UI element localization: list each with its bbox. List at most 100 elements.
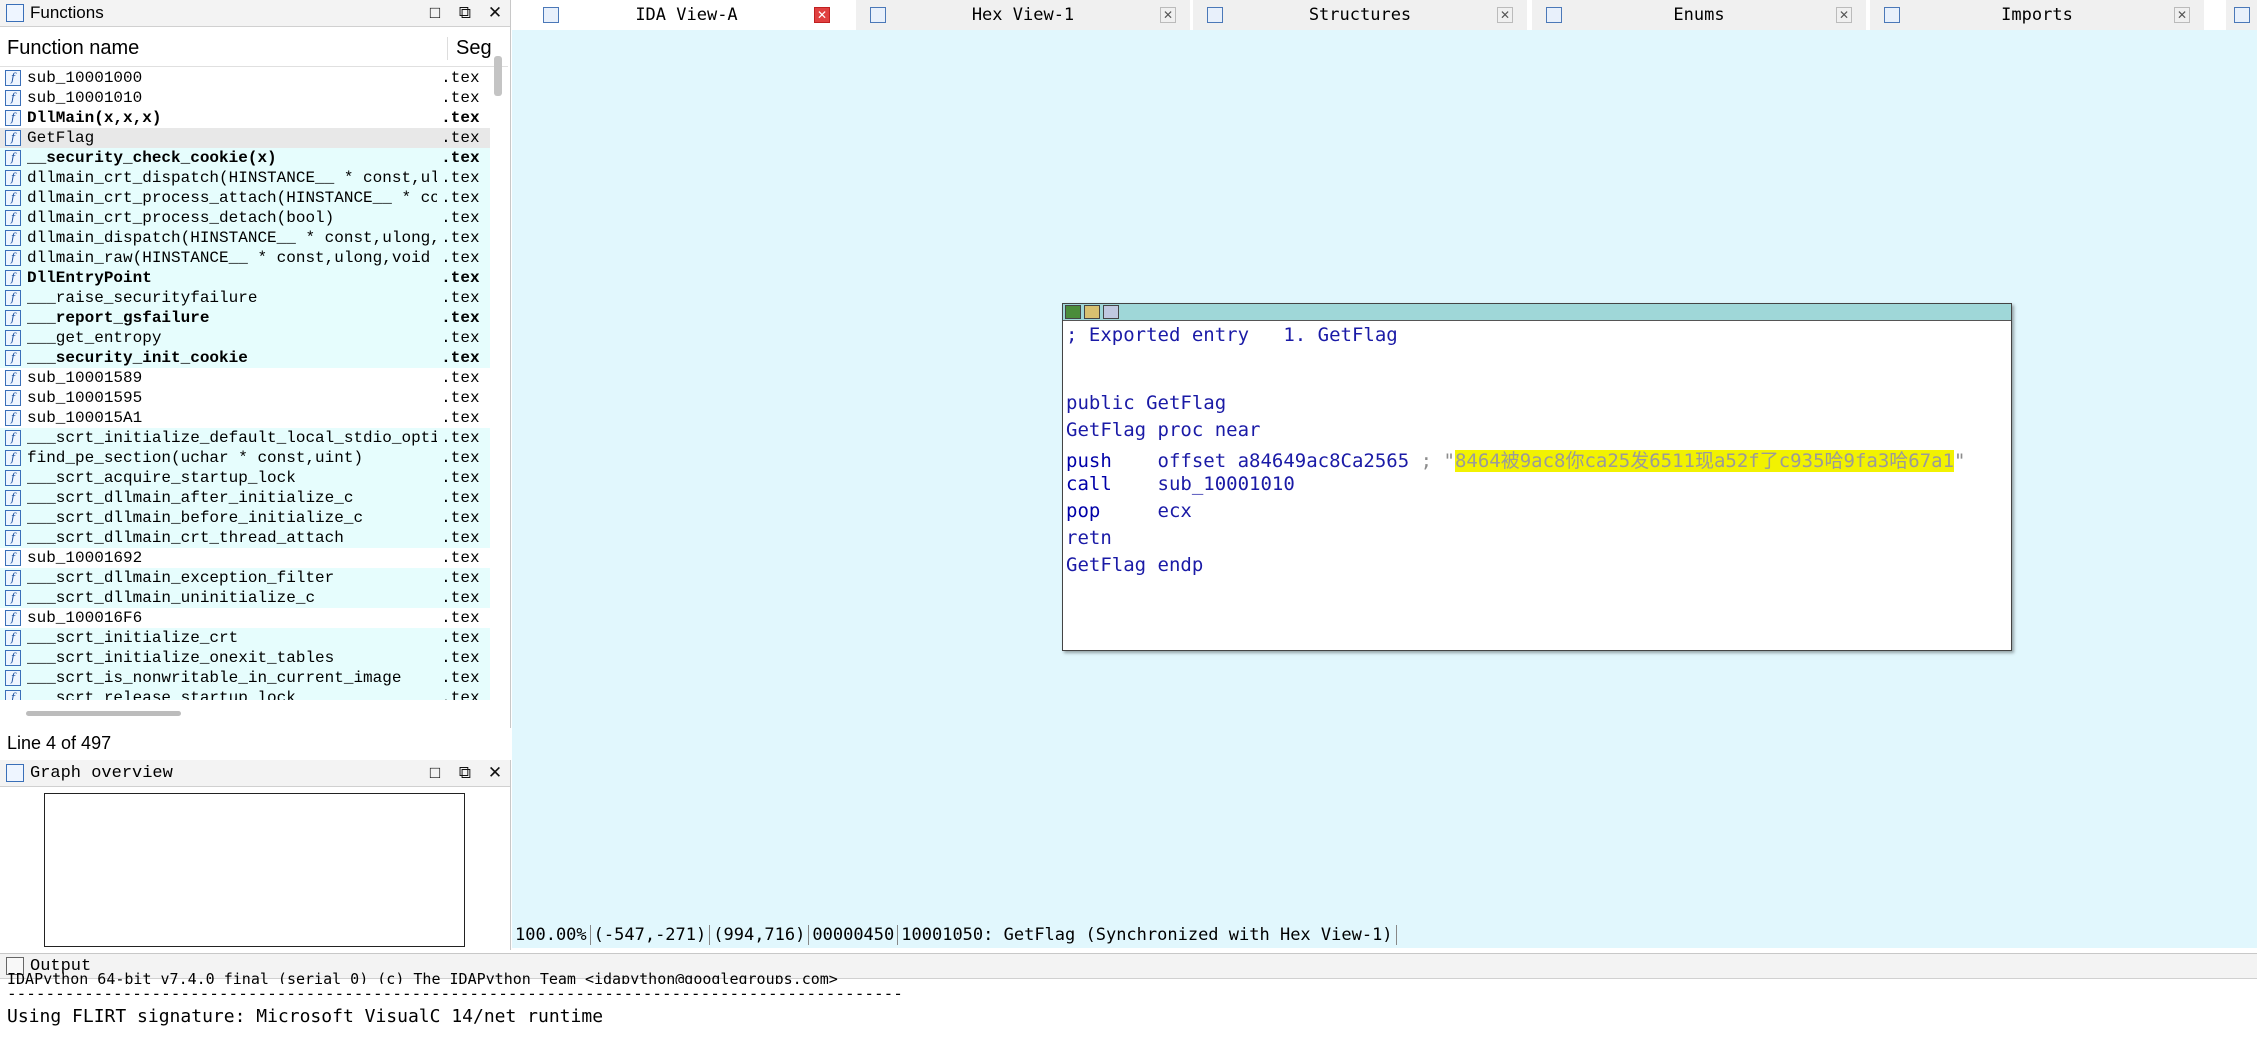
function-row[interactable]: f ___scrt_dllmain_exception_filter .tex <box>0 568 490 588</box>
graph-close-button[interactable]: ✕ <box>480 760 510 786</box>
function-segment: .tex <box>441 609 480 627</box>
function-icon: f <box>5 330 21 346</box>
function-segment: .tex <box>441 589 480 607</box>
function-segment: .tex <box>441 169 480 187</box>
close-icon[interactable]: ✕ <box>2174 7 2190 23</box>
function-row[interactable]: f ___raise_securityfailure .tex <box>0 288 490 308</box>
function-row[interactable]: f ___scrt_initialize_default_local_stdio_… <box>0 428 490 448</box>
graph-overview-viewport[interactable] <box>44 793 465 947</box>
function-row[interactable]: f ___scrt_dllmain_crt_thread_attach .tex <box>0 528 490 548</box>
function-row[interactable]: f ___scrt_release_startup_lock .tex <box>0 688 490 700</box>
close-icon[interactable]: ✕ <box>1836 7 1852 23</box>
output-log[interactable]: IDAPython 64-bit v7.4.0 final (serial 0)… <box>7 970 903 1027</box>
graph-float-button[interactable]: ⧉ <box>450 760 480 786</box>
tab-imports[interactable]: Imports ✕ <box>1870 0 2204 31</box>
function-row[interactable]: f ___scrt_is_nonwritable_in_current_image… <box>0 668 490 688</box>
functions-horizontal-scrollbar[interactable] <box>26 711 181 716</box>
function-row[interactable]: f dllmain_crt_process_detach(bool) .tex <box>0 208 490 228</box>
tab-ida-view-a[interactable]: IDA View-A ✕ <box>529 0 844 30</box>
maximize-button[interactable]: □ <box>420 0 450 26</box>
function-row[interactable]: f ___get_entropy .tex <box>0 328 490 348</box>
function-row[interactable]: f find_pe_section(uchar * const,uint) .tex <box>0 448 490 468</box>
tab-enums[interactable]: Enums ✕ <box>1532 0 1866 31</box>
tab-label: Imports <box>2001 5 2073 25</box>
function-row[interactable]: f DllMain(x,x,x) .tex <box>0 108 490 128</box>
graph-maximize-button[interactable]: □ <box>420 760 450 786</box>
function-icon: f <box>5 350 21 366</box>
function-segment: .tex <box>441 349 480 367</box>
tab-overflow[interactable] <box>2226 0 2257 31</box>
function-row[interactable]: f sub_100016F6 .tex <box>0 608 490 628</box>
function-row[interactable]: f ___scrt_dllmain_uninitialize_c .tex <box>0 588 490 608</box>
function-row[interactable]: f dllmain_dispatch(HINSTANCE__ * const,ul… <box>0 228 490 248</box>
function-row[interactable]: f sub_100015A1 .tex <box>0 408 490 428</box>
function-segment: .tex <box>441 329 480 347</box>
function-icon: f <box>5 550 21 566</box>
push-comment: ; " <box>1409 450 1455 472</box>
function-row[interactable]: f ___scrt_initialize_onexit_tables .tex <box>0 648 490 668</box>
function-row[interactable]: f sub_10001595 .tex <box>0 388 490 408</box>
function-row[interactable]: f sub_10001589 .tex <box>0 368 490 388</box>
function-icon: f <box>5 510 21 526</box>
function-icon: f <box>5 650 21 666</box>
tab-hex-view-1[interactable]: Hex View-1 ✕ <box>856 0 1190 31</box>
function-name: ___scrt_dllmain_before_initialize_c <box>27 509 364 527</box>
function-segment: .tex <box>441 209 480 227</box>
function-segment: .tex <box>441 509 480 527</box>
function-row[interactable]: f ___report_gsfailure .tex <box>0 308 490 328</box>
close-icon[interactable]: ✕ <box>1497 7 1513 23</box>
function-row[interactable]: f sub_10001692 .tex <box>0 548 490 568</box>
function-row[interactable]: f __security_check_cookie(x) .tex <box>0 148 490 168</box>
tab-structures[interactable]: Structures ✕ <box>1193 0 1527 31</box>
tab-bar: IDA View-A ✕ Hex View-1 ✕ Structures ✕ E… <box>512 0 2257 31</box>
function-row[interactable]: f dllmain_raw(HINSTANCE__ * const,ulong,v… <box>0 248 490 268</box>
column-function-name[interactable]: Function name <box>0 37 447 60</box>
function-segment: .tex <box>441 129 480 147</box>
function-icon: f <box>5 630 21 646</box>
function-row[interactable]: f ___scrt_initialize_crt .tex <box>0 628 490 648</box>
graph-overview-title-bar[interactable]: Graph overview □ ⧉ ✕ <box>0 760 510 787</box>
column-segment[interactable]: Seg <box>447 36 492 60</box>
node-edit-button[interactable] <box>1084 305 1100 319</box>
function-segment: .tex <box>441 629 480 647</box>
functions-title: Functions <box>30 3 104 22</box>
node-collapse-button[interactable] <box>1103 305 1119 319</box>
function-segment: .tex <box>441 389 480 407</box>
graph-node-getflag[interactable]: ; Exported entry 1. GetFlag public GetFl… <box>1062 303 2012 651</box>
function-segment: .tex <box>441 669 480 687</box>
node-color-button[interactable] <box>1065 305 1081 319</box>
function-row[interactable]: f ___scrt_dllmain_before_initialize_c .tex <box>0 508 490 528</box>
functions-status: Line 4 of 497 <box>0 728 517 758</box>
ida-view-a-graph[interactable]: ; Exported entry 1. GetFlag public GetFl… <box>512 30 2257 938</box>
function-name: GetFlag <box>27 129 95 147</box>
function-name: ___scrt_initialize_default_local_stdio_o… <box>27 429 438 447</box>
function-segment: .tex <box>441 229 480 247</box>
function-row[interactable]: f ___scrt_acquire_startup_lock .tex <box>0 468 490 488</box>
close-button[interactable]: ✕ <box>480 0 510 26</box>
function-row[interactable]: f ___scrt_dllmain_after_initialize_c .tex <box>0 488 490 508</box>
proc-line: GetFlag proc near <box>1066 419 1261 441</box>
function-row[interactable]: f DllEntryPoint .tex <box>0 268 490 288</box>
function-name: ___scrt_is_nonwritable_in_current_image <box>27 669 402 687</box>
function-icon: f <box>5 270 21 286</box>
function-row[interactable]: f ___security_init_cookie .tex <box>0 348 490 368</box>
ida-view-icon <box>543 7 559 23</box>
function-icon: f <box>5 590 21 606</box>
function-row[interactable]: f dllmain_crt_process_attach(HINSTANCE__ … <box>0 188 490 208</box>
function-row[interactable]: f dllmain_crt_dispatch(HINSTANCE__ * cons… <box>0 168 490 188</box>
function-name: ___get_entropy <box>27 329 162 347</box>
function-segment: .tex <box>441 449 480 467</box>
function-icon: f <box>5 230 21 246</box>
close-icon[interactable]: ✕ <box>814 7 830 23</box>
function-segment: .tex <box>441 149 480 167</box>
retn-line: retn <box>1066 527 1112 549</box>
function-segment: .tex <box>441 549 480 567</box>
function-segment: .tex <box>441 369 480 387</box>
close-icon[interactable]: ✕ <box>1160 7 1176 23</box>
functions-title-bar[interactable]: Functions □ ⧉ ✕ <box>0 0 510 27</box>
function-row[interactable]: f sub_10001010 .tex <box>0 88 490 108</box>
function-row[interactable]: f GetFlag .tex <box>0 128 490 148</box>
function-row[interactable]: f sub_10001000 .tex <box>0 68 490 88</box>
functions-vertical-scrollbar[interactable] <box>494 56 502 96</box>
float-button[interactable]: ⧉ <box>450 0 480 26</box>
